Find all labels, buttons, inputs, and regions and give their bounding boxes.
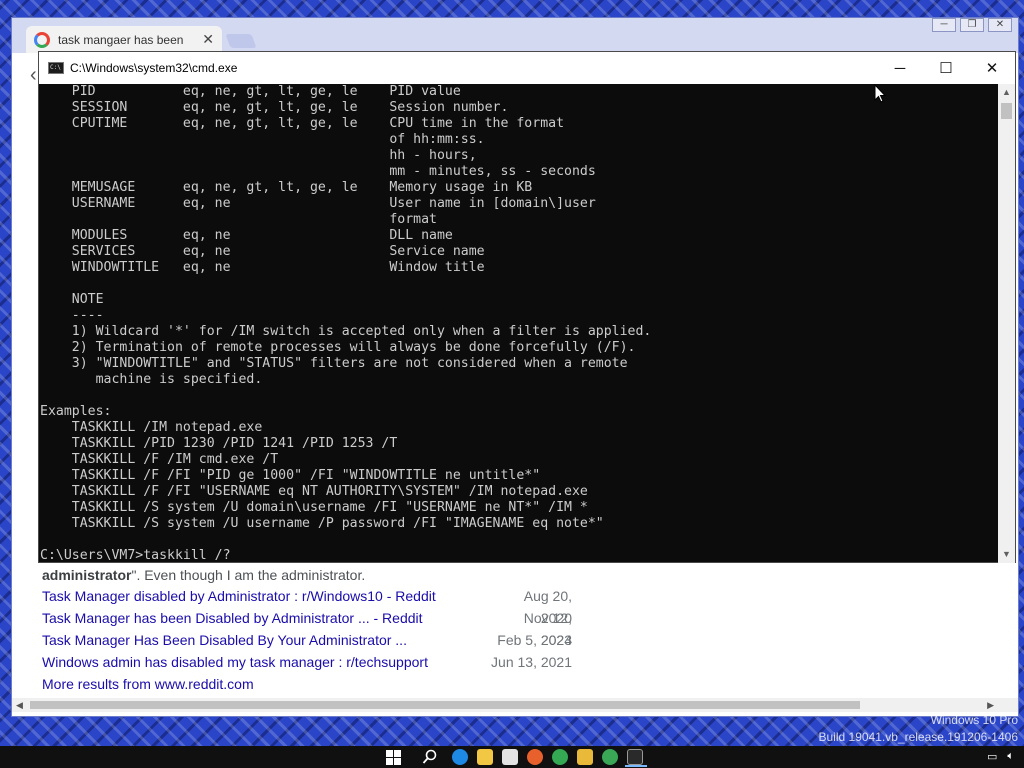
result-date: Aug 20, 2020: [523, 588, 572, 626]
browser-tab[interactable]: task mangaer has been ✕: [26, 26, 222, 53]
search-icon[interactable]: [422, 749, 438, 768]
browser-tab-bar: task mangaer has been ✕ ─ ❐ ✕: [12, 18, 1018, 53]
tab-title: task mangaer has been: [58, 32, 184, 47]
cmd-taskbar-icon[interactable]: [625, 749, 647, 767]
search-results: administrator". Even though I am the adm…: [42, 565, 572, 695]
result-link[interactable]: Windows admin has disabled my task manag…: [42, 651, 428, 673]
network-icon[interactable]: ▭: [987, 750, 997, 763]
console-line: MEMUSAGE eq, ne, gt, lt, ge, le Memory u…: [40, 180, 533, 195]
console-line: machine is specified.: [40, 372, 263, 387]
result-date: Jun 13, 2021: [491, 654, 572, 670]
scroll-down-icon[interactable]: ▼: [998, 546, 1015, 563]
result-date: Feb 5, 2024: [497, 632, 572, 648]
mouse-cursor-icon: [874, 83, 887, 108]
more-results-link[interactable]: More results from www.reddit.com: [42, 673, 572, 695]
console-line: 1) Wildcard '*' for /IM switch is accept…: [40, 324, 652, 339]
console-line: 2) Termination of remote processes will …: [40, 340, 636, 355]
cmd-window-controls: ─ ☐ ✕: [877, 52, 1015, 84]
start-icon[interactable]: [386, 750, 401, 765]
firefox-icon[interactable]: [527, 749, 543, 765]
console-line: MODULES eq, ne DLL name: [40, 228, 453, 243]
scrollbar-thumb[interactable]: [30, 701, 860, 709]
scroll-right-icon[interactable]: ▶: [987, 698, 994, 712]
console-line: format: [40, 212, 437, 227]
folder-icon[interactable]: [577, 749, 593, 765]
console-line: TASKKILL /S system /U username /P passwo…: [40, 516, 604, 531]
console-icon: C:\: [48, 62, 64, 74]
console-line: C:\Users\VM7>taskkill /?: [40, 548, 231, 563]
browser-window-controls: ─ ❐ ✕: [932, 18, 1012, 34]
back-arrow-icon[interactable]: ‹: [30, 64, 37, 87]
console-line: USERNAME eq, ne User name in [domain\]us…: [40, 196, 596, 211]
watermark-build: Build 19041.vb_release.191206-1406: [818, 730, 1019, 744]
browser-close-button[interactable]: ✕: [988, 18, 1012, 32]
console-line: ----: [40, 308, 104, 323]
console-line: PID eq, ne, gt, lt, ge, le PID value: [40, 84, 461, 99]
windows-watermark: Windows 10 Pro Build 19041.vb_release.19…: [819, 712, 1019, 746]
search-result[interactable]: Windows admin has disabled my task manag…: [42, 651, 572, 673]
result-link[interactable]: Task Manager Has Been Disabled By Your A…: [42, 629, 407, 651]
cmd-title: C:\Windows\system32\cmd.exe: [70, 61, 238, 75]
browser-maximize-button[interactable]: ❐: [960, 18, 984, 32]
cmd-minimize-button[interactable]: ─: [877, 52, 923, 84]
scroll-up-icon[interactable]: ▲: [998, 84, 1015, 101]
console-line: TASKKILL /S system /U domain\username /F…: [40, 500, 588, 515]
store-icon[interactable]: [502, 749, 518, 765]
search-result[interactable]: Task Manager Has Been Disabled By Your A…: [42, 629, 572, 651]
scrollbar-thumb[interactable]: [1001, 103, 1012, 119]
result-snippet: administrator". Even though I am the adm…: [42, 567, 366, 583]
new-tab-button[interactable]: [225, 34, 257, 48]
system-tray: ▭ 🔈︎: [987, 750, 1014, 763]
console-line: WINDOWTITLE eq, ne Window title: [40, 260, 485, 275]
console-line: Examples:: [40, 404, 112, 419]
console-line: SESSION eq, ne, gt, lt, ge, le Session n…: [40, 100, 509, 115]
volume-icon[interactable]: 🔈︎: [1007, 750, 1014, 763]
tab-close-icon[interactable]: ✕: [202, 31, 214, 48]
taskbar: ▭ 🔈︎: [0, 746, 1024, 768]
file-explorer-icon[interactable]: [477, 749, 493, 765]
browser-horizontal-scrollbar[interactable]: ◀ ▶: [12, 698, 1018, 712]
browser-minimize-button[interactable]: ─: [932, 18, 956, 32]
console-line: 3) "WINDOWTITLE" and "STATUS" filters ar…: [40, 356, 628, 371]
console-output[interactable]: PID eq, ne, gt, lt, ge, le PID value SES…: [39, 84, 999, 563]
console-line: NOTE: [40, 292, 104, 307]
watermark-edition: Windows 10 Pro: [930, 713, 1018, 727]
console-line: CPUTIME eq, ne, gt, lt, ge, le CPU time …: [40, 116, 565, 131]
google-icon: [34, 31, 50, 48]
result-date: Nov 12, 2023: [523, 610, 572, 648]
cmd-maximize-button[interactable]: ☐: [923, 52, 969, 84]
console-line: TASKKILL /F /FI "USERNAME eq NT AUTHORIT…: [40, 484, 588, 499]
console-line: SERVICES eq, ne Service name: [40, 244, 485, 259]
console-line: mm - minutes, ss - seconds: [40, 164, 596, 179]
cmd-window: C:\ C:\Windows\system32\cmd.exe ─ ☐ ✕ PI…: [38, 51, 1016, 563]
search-result[interactable]: Task Manager has been Disabled by Admini…: [42, 607, 572, 648]
console-line: of hh:mm:ss.: [40, 132, 485, 147]
scroll-left-icon[interactable]: ◀: [16, 698, 23, 712]
green-app-icon[interactable]: [602, 749, 618, 765]
console-line: TASKKILL /F /IM cmd.exe /T: [40, 452, 279, 467]
edge-icon[interactable]: [452, 749, 468, 765]
cmd-close-button[interactable]: ✕: [969, 52, 1015, 84]
console-line: TASKKILL /PID 1230 /PID 1241 /PID 1253 /…: [40, 436, 398, 451]
chrome-icon[interactable]: [552, 749, 568, 765]
cmd-vertical-scrollbar[interactable]: ▲ ▼: [998, 84, 1015, 563]
result-link[interactable]: Task Manager has been Disabled by Admini…: [42, 607, 423, 629]
console-line: TASKKILL /F /FI "PID ge 1000" /FI "WINDO…: [40, 468, 541, 483]
cmd-title-bar[interactable]: C:\ C:\Windows\system32\cmd.exe ─ ☐ ✕: [39, 52, 1015, 84]
console-line: hh - hours,: [40, 148, 477, 163]
search-result[interactable]: Task Manager disabled by Administrator :…: [42, 585, 572, 626]
result-link[interactable]: Task Manager disabled by Administrator :…: [42, 585, 436, 607]
console-line: TASKKILL /IM notepad.exe: [40, 420, 263, 435]
